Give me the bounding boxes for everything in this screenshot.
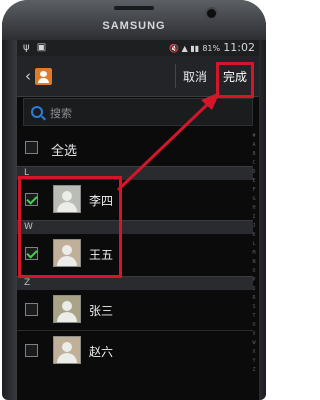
index-letter[interactable]: Y [249,357,259,366]
avatar [53,239,81,267]
avatar [53,336,81,364]
select-all-checkbox[interactable] [25,141,38,154]
clock: 11:02 [223,41,255,54]
status-right: 🔇 ▲ ▮▮ 81% 11:02 [169,41,255,54]
back-icon[interactable]: ‹ [21,67,35,85]
avatar [53,295,81,323]
speaker-grille [114,6,154,10]
index-letter[interactable]: J [249,222,259,231]
index-letter[interactable]: B [249,150,259,159]
section-header-l: L [17,166,253,180]
index-letter[interactable]: N [249,258,259,267]
select-all-label: 全选 [51,144,78,159]
index-letter[interactable]: H [249,204,259,213]
search-icon [31,106,43,118]
done-button[interactable]: 完成 [223,68,247,85]
index-letter[interactable]: D [249,168,259,177]
contact-row[interactable]: 张三 [17,290,259,330]
index-letter[interactable]: E [249,177,259,186]
brand-logo: SAMSUNG [102,20,166,32]
front-camera [207,9,216,18]
index-letter[interactable]: T [249,312,259,321]
search-input[interactable]: 搜索 [50,105,240,120]
index-letter[interactable]: # [249,132,259,141]
index-letter[interactable]: X [249,348,259,357]
select-all-row[interactable]: 全选 [17,132,259,164]
contact-name: 李四 [89,194,114,208]
divider [217,64,218,88]
contact-checkbox[interactable] [25,303,38,316]
battery-percent: 81% [202,44,221,53]
index-letter[interactable]: M [249,249,259,258]
contact-row[interactable]: 赵六 [17,331,259,371]
index-letter[interactable]: G [249,195,259,204]
alphabet-index-bar[interactable]: # A B C D E F G H I J K L M N O P Q R S T U V W X Y Z [249,132,259,400]
contact-checkbox[interactable] [25,193,38,206]
contact-row[interactable]: 李四 [17,180,259,220]
status-left-icons: ψ ▣ [23,42,49,53]
index-letter[interactable]: P [249,276,259,285]
contact-row[interactable]: 王五 [17,234,259,274]
divider [175,64,176,88]
index-letter[interactable]: Q [249,285,259,294]
index-letter[interactable]: S [249,303,259,312]
index-letter[interactable]: R [249,294,259,303]
cancel-button[interactable]: 取消 [183,68,207,85]
index-letter[interactable]: W [249,339,259,348]
screen: ψ ▣ 🔇 ▲ ▮▮ 81% 11:02 ‹ 取消 完成 搜索 全选 L 李四 … [17,40,259,400]
phone-frame: SAMSUNG ψ ▣ 🔇 ▲ ▮▮ 81% 11:02 ‹ 取消 完成 搜索 [2,0,266,400]
index-letter[interactable]: K [249,231,259,240]
index-letter[interactable]: V [249,330,259,339]
section-header-w: W [17,220,253,234]
contact-name: 王五 [89,248,114,262]
avatar [53,185,81,213]
contact-checkbox[interactable] [25,247,38,260]
contact-name: 张三 [89,304,114,318]
status-bar: ψ ▣ 🔇 ▲ ▮▮ 81% 11:02 [17,40,259,56]
index-letter[interactable]: O [249,267,259,276]
index-letter[interactable]: A [249,141,259,150]
contact-name: 赵六 [89,345,114,359]
contacts-app-icon [35,68,52,85]
contact-checkbox[interactable] [25,344,38,357]
action-bar: ‹ 取消 完成 [17,56,259,97]
index-letter[interactable]: F [249,186,259,195]
index-letter[interactable]: U [249,321,259,330]
search-field[interactable]: 搜索 [23,98,253,126]
section-header-z: Z [17,276,253,290]
index-letter[interactable]: L [249,240,259,249]
index-letter[interactable]: C [249,159,259,168]
index-letter[interactable]: I [249,213,259,222]
status-icons: 🔇 ▲ ▮▮ [169,44,200,53]
index-letter[interactable]: Z [249,366,259,375]
phone-bezel: SAMSUNG [2,0,266,40]
